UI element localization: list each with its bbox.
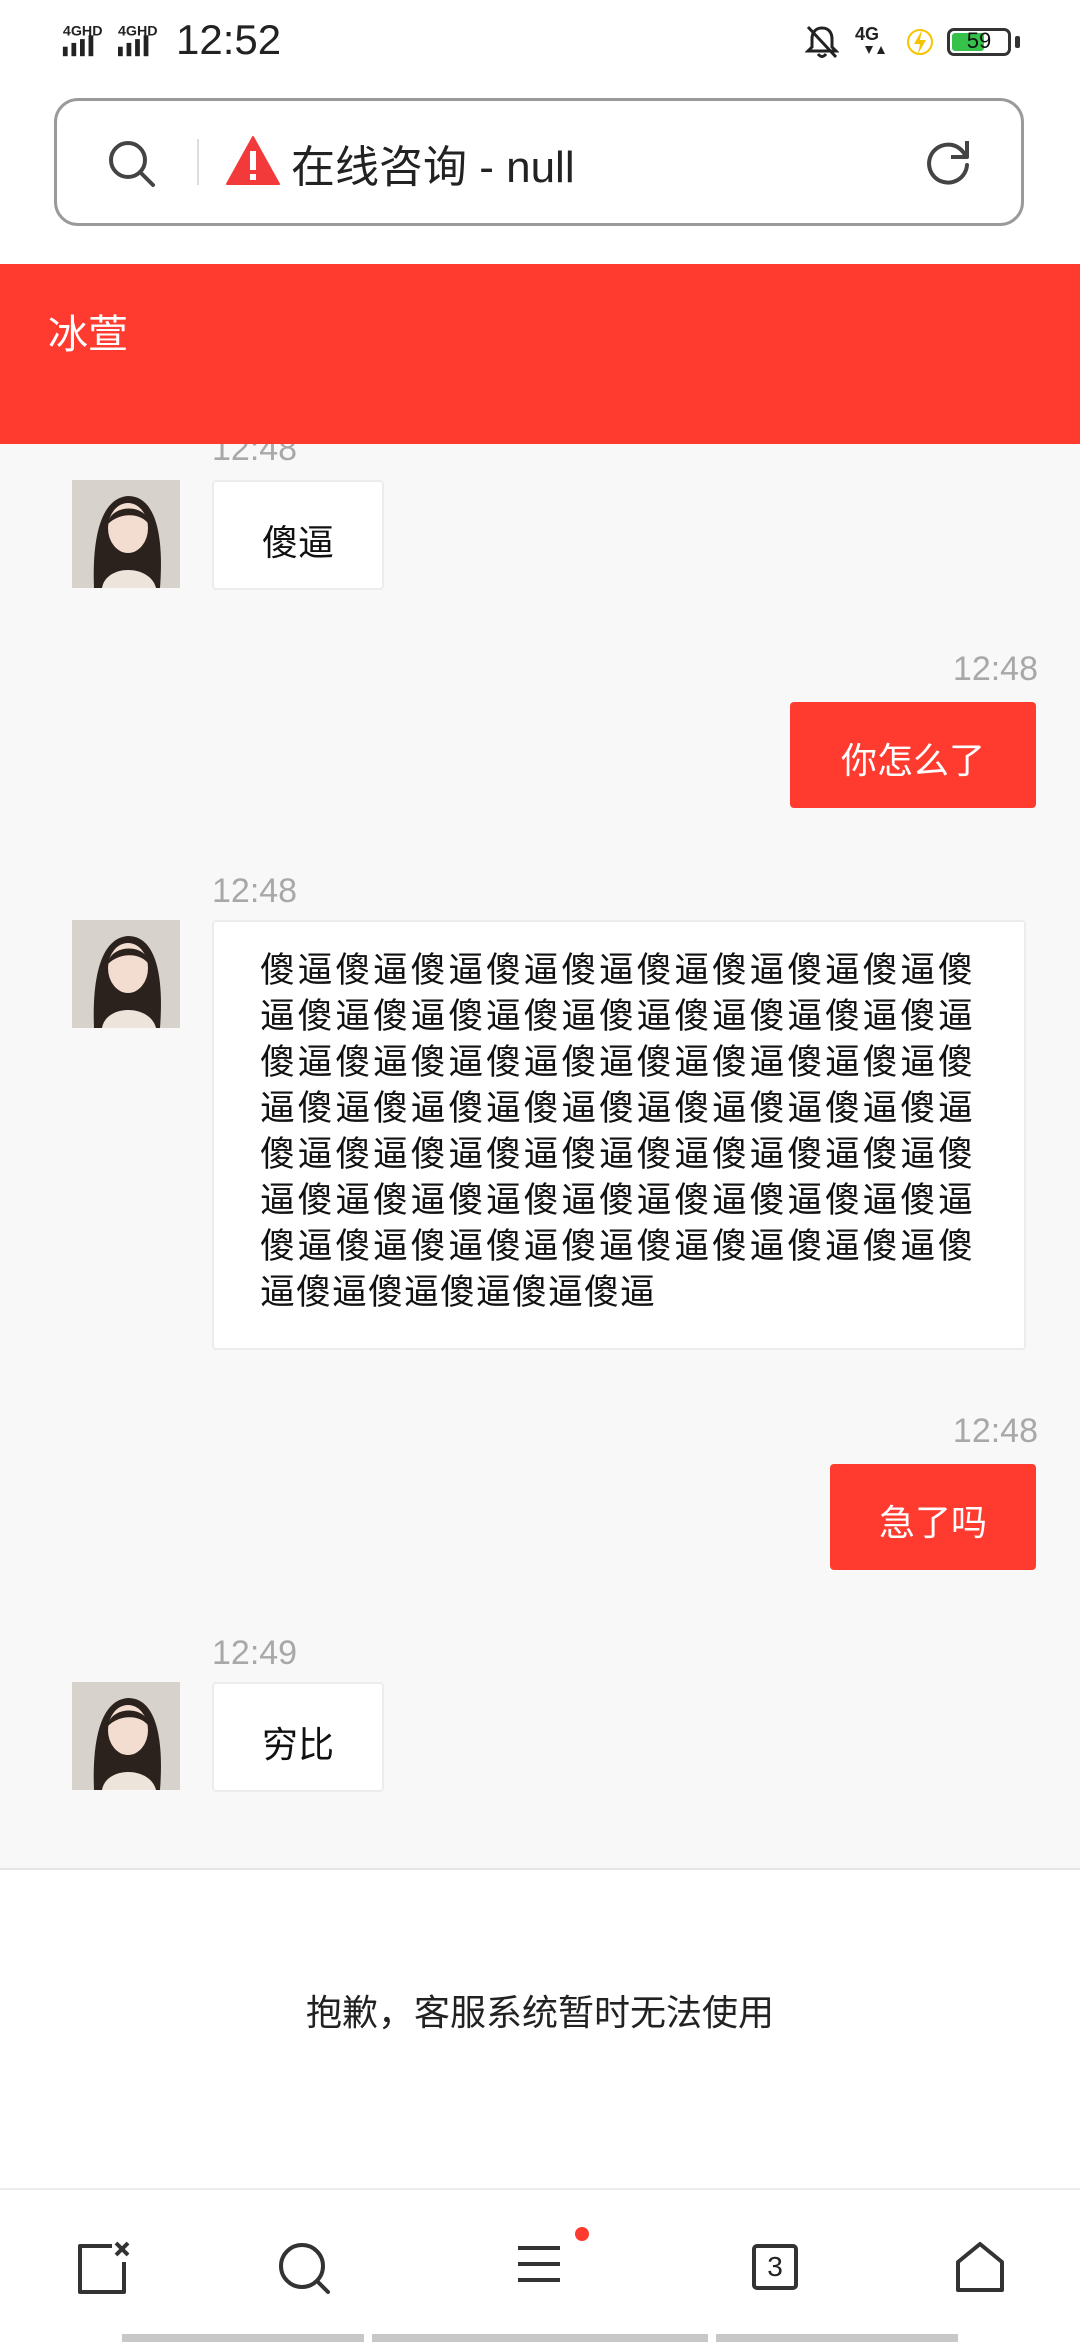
message-time: 12:48	[212, 444, 298, 468]
tabs-icon[interactable]: 3	[752, 2244, 798, 2290]
gesture-bar	[122, 2334, 364, 2342]
message-time: 12:48	[952, 650, 1038, 688]
close-page-icon[interactable]	[76, 2240, 132, 2296]
mobile-data-icon: 4G	[855, 24, 885, 54]
notification-dot	[575, 2227, 589, 2241]
gesture-bar	[372, 2334, 708, 2342]
bottom-nav: 3	[0, 2188, 1080, 2342]
browser-toolbar: 在线咨询 - null	[0, 86, 1080, 264]
message-text: 穷比	[261, 1725, 334, 1766]
address-bar[interactable]: 在线咨询 - null	[54, 98, 1024, 226]
signal-icon: 4GHD 4GHD	[62, 23, 158, 57]
message-text: 傻逼	[261, 523, 334, 564]
message-text: 傻逼傻逼傻逼傻逼傻逼傻逼傻逼傻逼傻逼傻逼傻逼傻逼傻逼傻逼傻逼傻逼傻逼傻逼傻逼傻逼…	[260, 951, 974, 1313]
message-bubble-outgoing[interactable]: 急了吗	[830, 1464, 1036, 1570]
bell-off-icon	[805, 25, 839, 59]
message-time: 12:48	[212, 872, 298, 910]
message-text: 你怎么了	[840, 741, 985, 782]
battery-cap	[1015, 36, 1020, 48]
search-icon[interactable]	[105, 137, 159, 191]
message-bubble-incoming[interactable]: 穷比	[212, 1682, 384, 1792]
service-notice: 抱歉，客服系统暂时无法使用	[0, 1868, 1080, 2190]
gesture-bar	[716, 2334, 958, 2342]
avatar	[72, 920, 180, 1028]
network-1-label: 4GHD	[63, 23, 103, 39]
clock: 12:52	[176, 16, 282, 63]
message-time: 12:49	[212, 1634, 298, 1672]
warning-icon[interactable]	[225, 135, 281, 187]
address-divider	[197, 139, 199, 185]
battery-icon: 59	[947, 28, 1011, 56]
home-icon[interactable]	[952, 2240, 1008, 2296]
message-time: 12:48	[952, 1412, 1038, 1450]
charging-icon	[907, 29, 933, 55]
search-icon[interactable]	[276, 2240, 332, 2296]
page-title[interactable]: 在线咨询 - null	[291, 131, 575, 195]
message-text: 急了吗	[878, 1503, 987, 1544]
contact-name: 冰萱	[48, 312, 128, 358]
avatar	[72, 1682, 180, 1790]
menu-icon[interactable]	[510, 2226, 590, 2296]
message-bubble-outgoing[interactable]: 你怎么了	[790, 702, 1036, 808]
mobile-data-label: 4G	[855, 24, 879, 44]
chat-area[interactable]: 12:48 傻逼 12:48 你怎么了 12:48 傻逼傻逼傻逼傻逼傻逼傻逼傻逼…	[0, 444, 1080, 1868]
chat-header: 冰萱	[0, 264, 1080, 444]
battery-level: 59	[966, 28, 992, 53]
reload-icon[interactable]	[921, 135, 975, 189]
notice-text: 抱歉，客服系统暂时无法使用	[305, 1993, 774, 2034]
status-bar: 4GHD 4GHD 12:52 4G 59	[0, 0, 1080, 86]
message-bubble-incoming[interactable]: 傻逼	[212, 480, 384, 590]
avatar	[72, 480, 180, 588]
message-bubble-incoming[interactable]: 傻逼傻逼傻逼傻逼傻逼傻逼傻逼傻逼傻逼傻逼傻逼傻逼傻逼傻逼傻逼傻逼傻逼傻逼傻逼傻逼…	[212, 920, 1026, 1350]
network-2-label: 4GHD	[118, 23, 158, 39]
